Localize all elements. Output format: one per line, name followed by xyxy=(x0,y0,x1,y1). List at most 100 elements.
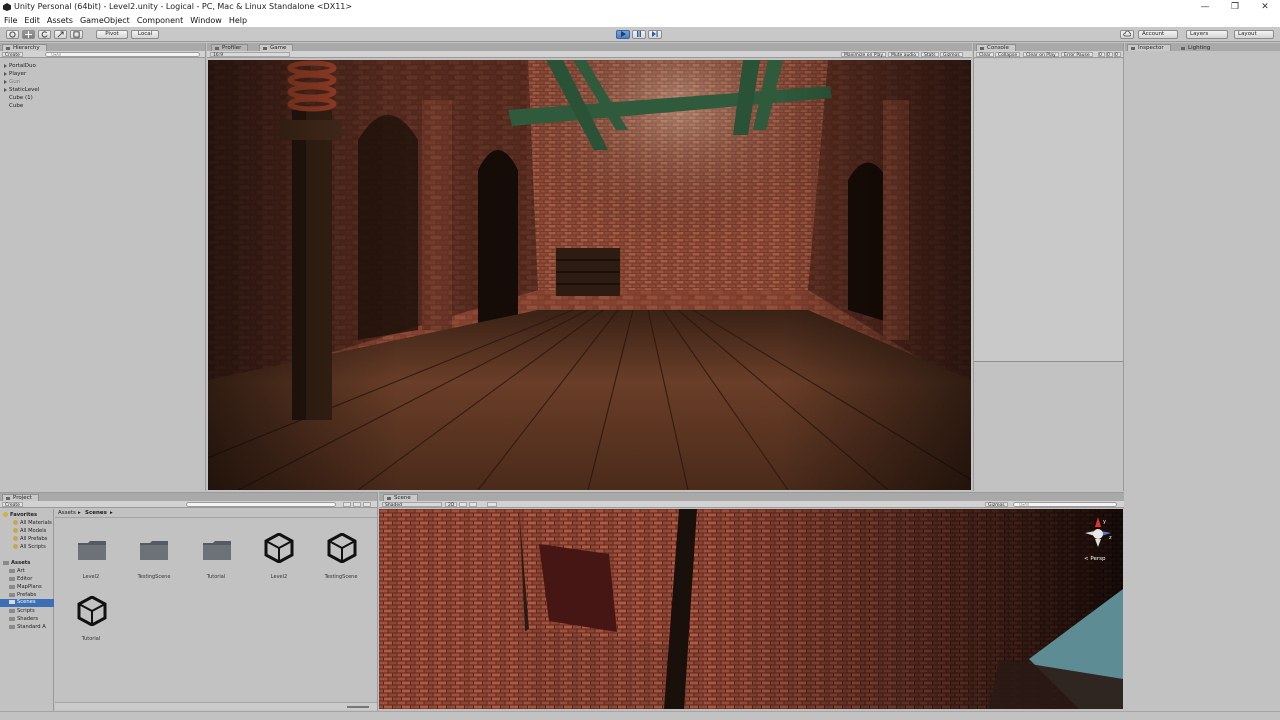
console-divider[interactable] xyxy=(974,361,1123,362)
menu-assets[interactable]: Assets xyxy=(43,14,76,25)
assets-node[interactable]: Assets xyxy=(3,560,30,566)
pivot-toggle[interactable]: Pivot xyxy=(96,30,128,39)
rotate-tool-button[interactable] xyxy=(38,30,51,39)
filter-type-button[interactable] xyxy=(343,502,351,507)
tab-console[interactable]: Console xyxy=(976,44,1016,51)
hierarchy-item[interactable]: Cube xyxy=(9,103,23,109)
folder-item[interactable]: Editor xyxy=(9,576,32,582)
console-error-count[interactable]: 0 xyxy=(1114,52,1121,58)
play-button[interactable] xyxy=(616,30,630,39)
tab-lighting[interactable]: Lighting xyxy=(1177,44,1218,51)
asset-tutorial-folder[interactable] xyxy=(202,539,232,561)
favorite-item[interactable]: All Materials xyxy=(13,520,52,526)
maximize-on-play-toggle[interactable]: Maximize on Play xyxy=(841,52,887,58)
hierarchy-create-button[interactable]: Create xyxy=(2,52,23,58)
tab-hierarchy[interactable]: Hierarchy xyxy=(2,44,47,51)
menu-component[interactable]: Component xyxy=(133,14,186,25)
shading-mode-dropdown[interactable]: Shaded xyxy=(382,502,442,508)
unity-scene-icon xyxy=(77,595,107,627)
breadcrumb-assets[interactable]: Assets xyxy=(58,510,76,516)
scene-orientation-gizmo[interactable]: y z xyxy=(1081,515,1115,551)
tab-inspector[interactable]: Inspector xyxy=(1127,44,1171,51)
console-log-list[interactable] xyxy=(974,59,1123,361)
expand-arrow-icon[interactable] xyxy=(4,79,7,84)
minimize-button[interactable]: — xyxy=(1190,0,1220,14)
folder-item[interactable]: Prefabs xyxy=(9,592,36,598)
folder-item-selected[interactable]: Scenes xyxy=(0,599,54,607)
effects-dropdown[interactable] xyxy=(487,502,497,507)
layers-dropdown[interactable]: Layers xyxy=(1186,30,1228,39)
move-tool-button[interactable] xyxy=(22,30,35,39)
folder-item[interactable]: Art xyxy=(9,568,25,574)
rect-tool-button[interactable] xyxy=(70,30,83,39)
scale-tool-button[interactable] xyxy=(54,30,67,39)
aspect-dropdown[interactable]: 16:9 xyxy=(210,52,290,58)
game-viewport[interactable] xyxy=(208,60,971,490)
step-button[interactable] xyxy=(648,30,662,39)
perspective-label[interactable]: < Persp xyxy=(1084,556,1105,562)
folder-item[interactable]: Shaders xyxy=(9,616,38,622)
local-toggle[interactable]: Local xyxy=(131,30,159,39)
tab-game[interactable]: Game xyxy=(259,44,294,51)
stats-toggle[interactable]: Stats xyxy=(921,52,939,58)
favorite-item[interactable]: All Prefabs xyxy=(13,536,47,542)
asset-testingscene-folder[interactable] xyxy=(139,539,169,561)
favorite-item[interactable]: All Models xyxy=(13,528,46,534)
menu-help[interactable]: Help xyxy=(225,14,250,25)
expand-arrow-icon[interactable] xyxy=(4,71,7,76)
asset-testingscene-scene[interactable] xyxy=(327,532,357,564)
hierarchy-item[interactable]: Player xyxy=(4,71,26,77)
favorite-star-button[interactable] xyxy=(363,502,371,507)
favorite-item[interactable]: All Scripts xyxy=(13,544,46,550)
console-clear-button[interactable]: Clear xyxy=(976,52,994,58)
restore-button[interactable]: ❐ xyxy=(1220,0,1250,14)
hierarchy-search-input[interactable]: Q▾All xyxy=(45,52,200,57)
project-search-input[interactable] xyxy=(186,502,336,507)
asset-tutorial-scene[interactable] xyxy=(77,595,107,627)
tab-scene[interactable]: Scene xyxy=(383,494,418,501)
mute-audio-toggle[interactable]: Mute audio xyxy=(888,52,920,58)
cloud-button[interactable] xyxy=(1120,30,1134,39)
audio-toggle[interactable] xyxy=(469,502,477,507)
folder-item[interactable]: Standard A xyxy=(9,624,46,630)
console-info-count[interactable]: 0 xyxy=(1098,52,1105,58)
console-collapse-toggle[interactable]: Collapse xyxy=(995,52,1021,58)
console-error-pause-toggle[interactable]: Error Pause xyxy=(1061,52,1093,58)
expand-arrow-icon[interactable] xyxy=(4,63,7,68)
game-gizmos-dropdown[interactable]: Gizmos xyxy=(940,52,963,58)
menu-file[interactable]: File xyxy=(0,14,20,25)
2d-toggle[interactable]: 2D xyxy=(445,502,458,508)
expand-arrow-icon[interactable] xyxy=(4,87,7,92)
project-create-button[interactable]: Create xyxy=(2,502,23,508)
menu-gameobject[interactable]: GameObject xyxy=(76,14,133,25)
scene-search-input[interactable]: Q▾All xyxy=(1013,502,1117,507)
account-dropdown[interactable]: Account xyxy=(1138,30,1178,39)
hierarchy-item[interactable]: PortalDuo xyxy=(4,63,36,69)
asset-level2-folder[interactable] xyxy=(77,539,107,561)
filter-label-button[interactable] xyxy=(353,502,361,507)
lighting-toggle[interactable] xyxy=(459,502,467,507)
scene-gizmos-dropdown[interactable]: Gizmos xyxy=(985,502,1008,508)
svg-text:z: z xyxy=(1109,535,1112,541)
console-warning-count[interactable]: 0 xyxy=(1106,52,1113,58)
favorites-node[interactable]: Favorites xyxy=(3,512,37,518)
hierarchy-item[interactable]: StaticLevel xyxy=(4,87,39,93)
tab-project[interactable]: Project xyxy=(2,494,39,501)
tab-profiler[interactable]: Profiler xyxy=(211,44,249,51)
asset-level2-scene[interactable] xyxy=(264,532,294,564)
icon-size-slider[interactable] xyxy=(347,706,369,708)
folder-item[interactable]: Scripts xyxy=(9,608,35,614)
layout-dropdown[interactable]: Layout xyxy=(1234,30,1274,39)
folder-item[interactable]: MapPlans xyxy=(9,584,42,590)
pause-button[interactable] xyxy=(632,30,646,39)
close-button[interactable]: ✕ xyxy=(1250,0,1280,14)
menu-window[interactable]: Window xyxy=(186,14,225,25)
hierarchy-item[interactable]: Cube (1) xyxy=(9,95,33,101)
hierarchy-item[interactable]: Gun xyxy=(4,79,20,85)
console-clear-on-play-toggle[interactable]: Clear on Play xyxy=(1023,52,1059,58)
scene-viewport[interactable] xyxy=(379,509,1123,709)
menu-edit[interactable]: Edit xyxy=(20,14,43,25)
unity-scene-icon xyxy=(264,532,294,564)
hand-tool-button[interactable] xyxy=(6,30,19,39)
breadcrumb-scenes[interactable]: Scenes xyxy=(85,510,107,516)
